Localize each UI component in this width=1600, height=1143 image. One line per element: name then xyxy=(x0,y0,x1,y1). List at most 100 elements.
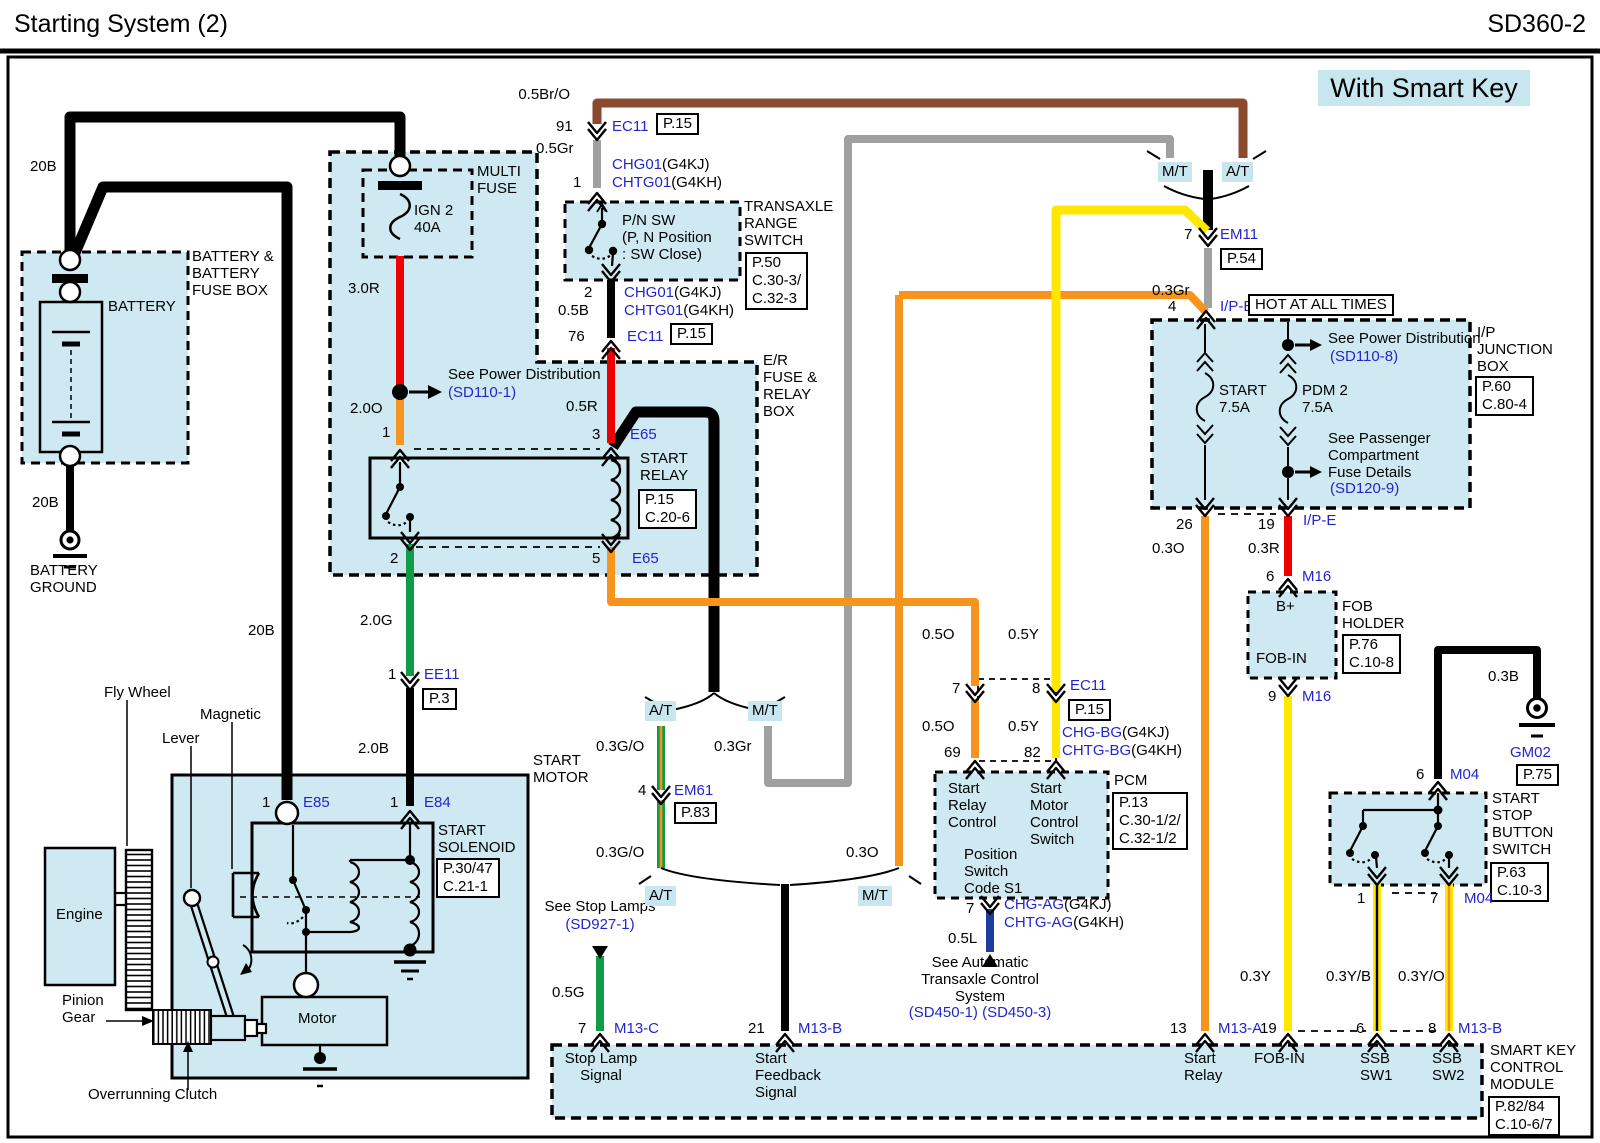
pin-number: 7 xyxy=(1430,890,1438,907)
battery-fuse-box xyxy=(22,252,188,463)
pin-number: 82 xyxy=(1024,744,1041,761)
ec11-ref: P.15 xyxy=(656,113,699,135)
pn-switch-label: P/N SW (P, N Position : SW Close) xyxy=(622,212,712,263)
pin-number: 26 xyxy=(1176,516,1193,533)
pin-number: 3 xyxy=(592,426,600,443)
at-branch-tag: A/T xyxy=(645,701,676,721)
pin-number: 1 xyxy=(388,666,396,683)
trs-label: TRANSAXLE RANGE SWITCH xyxy=(744,198,833,249)
battery-ground-label: BATTERY GROUND xyxy=(30,562,98,596)
connector-m04: M04 xyxy=(1464,890,1493,907)
harness-name: CHTG-BG xyxy=(1062,742,1131,759)
harness-label: CHG-BG(G4KJ) xyxy=(1062,724,1170,741)
harness-name: CHG-AG xyxy=(1004,896,1064,913)
pin-number: 19 xyxy=(1260,1020,1277,1037)
pin-number: 1 xyxy=(1357,890,1365,907)
ipjb-label: I/P JUNCTION BOX xyxy=(1477,324,1553,375)
pin-number: 91 xyxy=(556,118,573,135)
at-branch-tag: A/T xyxy=(645,886,676,906)
ssb-label: START STOP BUTTON SWITCH xyxy=(1492,790,1553,858)
gm02-ref: P.75 xyxy=(1516,764,1559,786)
battery-box-label: BATTERY & BATTERY FUSE BOX xyxy=(192,248,274,299)
engine-variant: (G4KH) xyxy=(683,302,734,319)
pin-number: 8 xyxy=(1428,1020,1436,1037)
connector-ec11: EC11 xyxy=(1070,677,1106,694)
start-stop-button-box xyxy=(1330,793,1486,885)
fob-bplus-label: B+ xyxy=(1276,598,1295,615)
pin-number: 7 xyxy=(578,1020,586,1037)
pin-number: 2 xyxy=(584,284,592,301)
trs-ref: P.50 C.30-3/ C.32-3 xyxy=(745,252,808,310)
ipjb-ref: P.60 C.80-4 xyxy=(1475,376,1534,416)
module-stop-lamp-signal: Stop Lamp Signal xyxy=(555,1050,647,1084)
wire-label: 0.3O xyxy=(846,844,879,861)
gm02-ground-icon xyxy=(1519,699,1555,737)
sd927-ref: (SD927-1) xyxy=(550,916,650,933)
sd110-1-ref: (SD110-1) xyxy=(448,384,516,401)
ec11-ref: P.15 xyxy=(1068,699,1111,721)
page-code: SD360-2 xyxy=(1420,10,1586,38)
connector-ipe: I/P-E xyxy=(1303,512,1336,529)
ec11-ref: P.15 xyxy=(670,323,713,345)
magnetic-label: Magnetic xyxy=(200,706,261,723)
harness-name: CHTG01 xyxy=(612,174,671,191)
skcm-label: SMART KEY CONTROL MODULE xyxy=(1490,1042,1576,1093)
em11-ref: P.54 xyxy=(1220,248,1263,270)
module-ssb-sw1: SSB SW1 xyxy=(1360,1050,1393,1084)
ign2-fuse-label: IGN 2 40A xyxy=(414,202,453,236)
connector-m04: M04 xyxy=(1450,766,1479,783)
mt-branch-tag: M/T xyxy=(748,701,782,721)
connector-m16: M16 xyxy=(1302,568,1331,585)
connector-m13b: M13-B xyxy=(798,1020,842,1037)
wire-label: 0.5Y xyxy=(1008,626,1039,643)
overrunning-clutch-label: Overrunning Clutch xyxy=(88,1086,217,1103)
ground-gm02-label: GM02 xyxy=(1510,744,1551,761)
harness-label: CHTG01(G4KH) xyxy=(612,174,722,191)
harness-label: CHTG-BG(G4KH) xyxy=(1062,742,1182,759)
harness-name: CHG01 xyxy=(612,156,662,173)
fob-ref: P.76 C.10-8 xyxy=(1342,634,1401,674)
connector-m13c: M13-C xyxy=(614,1020,659,1037)
pin-number: 1 xyxy=(262,794,270,811)
pcm-start-motor-control: Start Motor Control Switch xyxy=(1030,780,1078,848)
wire-label: 20B xyxy=(30,158,57,175)
pin-number: 7 xyxy=(952,680,960,697)
mt-branch-tag: M/T xyxy=(858,886,892,906)
connector-e65: E65 xyxy=(630,426,657,443)
pin-number: 19 xyxy=(1258,516,1275,533)
fuse-start-label: START 7.5A xyxy=(1219,382,1267,416)
fob-in-label: FOB-IN xyxy=(1256,650,1307,667)
module-fob-in: FOB-IN xyxy=(1254,1050,1305,1067)
wire-label: 2.0O xyxy=(350,400,383,417)
harness-label: CHG01(G4KJ) xyxy=(624,284,722,301)
wire-label: 0.3B xyxy=(1488,668,1519,685)
pin-number: 13 xyxy=(1170,1020,1187,1037)
engine-variant: (G4KJ) xyxy=(1064,896,1112,913)
wire-label: 0.3Y/B xyxy=(1326,968,1371,985)
pin-number: 6 xyxy=(1416,766,1424,783)
wire-label: 0.5G xyxy=(552,984,585,1001)
wire-label: 0.3G/O xyxy=(596,844,644,861)
engine-variant: (G4KH) xyxy=(1131,742,1182,759)
connector-ec11: EC11 xyxy=(627,328,663,345)
wire-label: 0.5L xyxy=(948,930,977,947)
skcm-ref: P.82/84 C.10-6/7 xyxy=(1488,1096,1560,1136)
harness-label: CHTG01(G4KH) xyxy=(624,302,734,319)
pin-number: 7 xyxy=(966,900,974,917)
sd110-8-ref: (SD110-8) xyxy=(1330,348,1398,365)
wire-label: 0.3Y xyxy=(1240,968,1271,985)
wire-label: 0.5R xyxy=(566,398,598,415)
wire-label: 2.0G xyxy=(360,612,393,629)
battery-label: BATTERY xyxy=(108,298,176,315)
wire-label: 0.3G/O xyxy=(596,738,644,755)
harness-label: CHG01(G4KJ) xyxy=(612,156,710,173)
er-box-label: E/R FUSE & RELAY BOX xyxy=(763,352,817,420)
connector-ec11: EC11 xyxy=(612,118,648,135)
pin-number: 1 xyxy=(573,174,581,191)
wire-label: 0.5B xyxy=(558,302,589,319)
pin-number: 8 xyxy=(1032,680,1040,697)
with-smart-key-badge: With Smart Key xyxy=(1318,70,1530,106)
connector-e84: E84 xyxy=(424,794,451,811)
engine-variant: (G4KH) xyxy=(671,174,722,191)
pin-number: 2 xyxy=(390,550,398,567)
